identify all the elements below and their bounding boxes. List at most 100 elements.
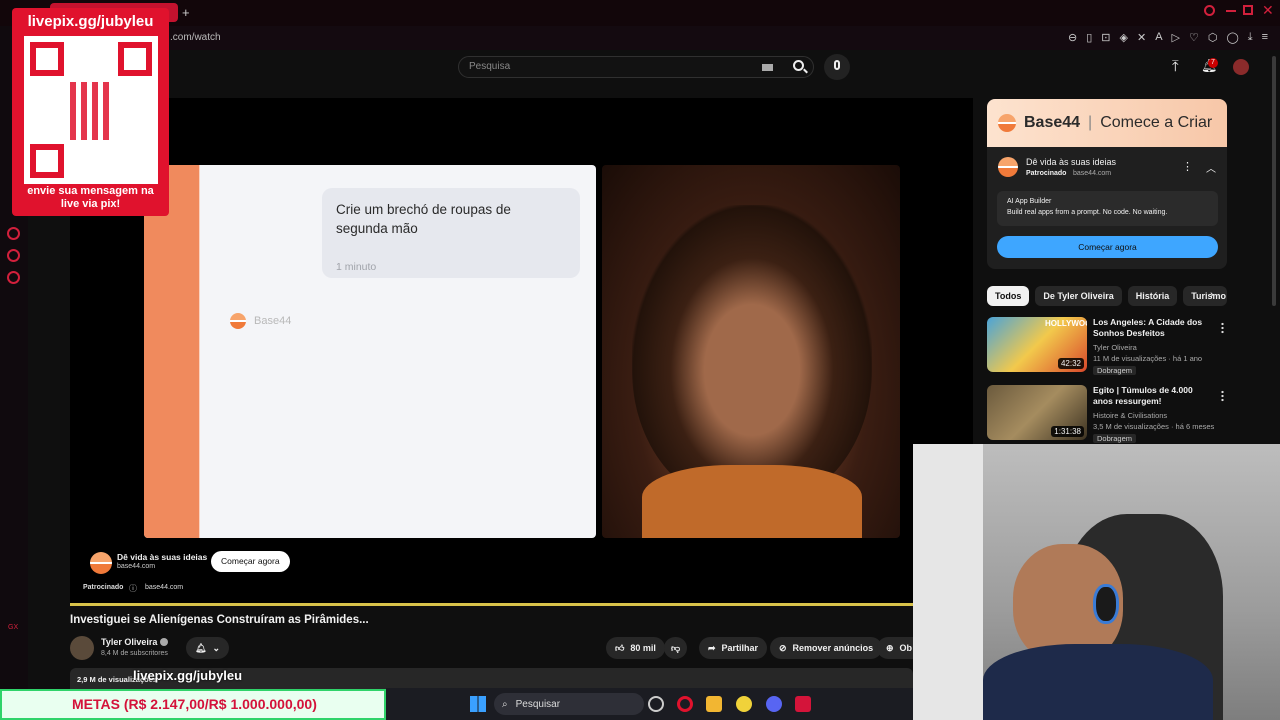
- ad-progress-bar[interactable]: [70, 603, 913, 606]
- search-placeholder: Pesquisa: [469, 61, 511, 72]
- ad-logo-icon: [998, 157, 1018, 177]
- search-button[interactable]: [786, 55, 816, 79]
- ad-sidebar-title: Dê vida às suas ideias: [1026, 157, 1117, 167]
- settings-icon[interactable]: [7, 271, 20, 284]
- ad-sidebar-cta-button[interactable]: Começar agora: [997, 236, 1218, 258]
- filter-chips: Todos De Tyler Oliveira História Turismo: [987, 286, 1228, 306]
- download-circle-icon: ⊕: [886, 642, 894, 653]
- maximize-icon[interactable]: [1243, 5, 1253, 15]
- gx-label: GX: [8, 624, 19, 631]
- start-icon[interactable]: [470, 696, 486, 712]
- ad-sidebar-domain: base44.com: [1073, 170, 1112, 177]
- screenshot-icon[interactable]: ⊡: [1101, 31, 1110, 44]
- more-options-icon[interactable]: [1221, 322, 1224, 334]
- list-item[interactable]: HOLLYWOOD 42:32 Los Angeles: A Cidade do…: [987, 317, 1227, 375]
- bookmark-icon[interactable]: ▯: [1086, 31, 1092, 44]
- video-stats: 3,5 M de visualizações · há 6 meses: [1093, 422, 1215, 431]
- avatar[interactable]: [1233, 59, 1249, 75]
- address-bar[interactable]: .com/watch ⊖ ▯ ⊡ ◈ ✕ A ▷ ♡ ⬡ ◯ ⤓ ≡: [0, 26, 1280, 50]
- ad-sidebar-sponsored: Patrocinado: [1026, 170, 1067, 177]
- sponsored-domain[interactable]: base44.com: [145, 584, 183, 591]
- info-icon[interactable]: ⓘ: [129, 583, 137, 594]
- qr-header: livepix.gg/jubyleu: [27, 13, 154, 30]
- video-title: Investiguei se Alienígenas Construíram a…: [70, 614, 369, 626]
- upload-icon[interactable]: ⤒: [1172, 58, 1179, 75]
- history-icon[interactable]: [7, 227, 20, 240]
- chip-tourism[interactable]: Turismo: [1183, 286, 1228, 306]
- ad-domain: base44.com: [117, 563, 156, 570]
- sidebar-ad-card: Base44 | Comece a Criar Dê vida às suas …: [987, 99, 1227, 269]
- chip-channel[interactable]: De Tyler Oliveira: [1035, 286, 1122, 306]
- base44-logo-icon: [998, 114, 1016, 132]
- video-thumbnail[interactable]: HOLLYWOOD 42:32: [987, 317, 1087, 372]
- ad-logo-icon: [90, 552, 112, 574]
- webcam-overlay: [913, 444, 1280, 720]
- video-title: Egito | Túmulos de 4.000 anos ressurgem!: [1093, 385, 1193, 406]
- qr-footer: envie sua mensagem na live via pix!: [27, 185, 154, 210]
- clock-app-icon[interactable]: [648, 696, 664, 712]
- translate-icon[interactable]: A: [1155, 31, 1162, 44]
- zoom-icon[interactable]: ⊖: [1068, 31, 1077, 44]
- shield-icon[interactable]: ◈: [1120, 31, 1128, 44]
- bell-icon: 🔔︎: [195, 642, 207, 653]
- thumbs-up-icon: 👍︎: [615, 642, 625, 653]
- search-input[interactable]: Pesquisa: [458, 56, 814, 78]
- chip-history[interactable]: História: [1127, 286, 1178, 306]
- opera-gx-icon[interactable]: [677, 696, 693, 712]
- channel-name: Histoire & Civilisations: [1093, 411, 1168, 420]
- share-icon: ➦: [708, 642, 716, 653]
- dub-badge: Dobragem: [1093, 434, 1137, 443]
- video-thumbnail[interactable]: 1:31:38: [987, 385, 1087, 440]
- profile-icon[interactable]: ◯: [1226, 31, 1238, 44]
- search-tabs-icon[interactable]: [1204, 5, 1215, 16]
- tracker-icon[interactable]: ✕: [1137, 31, 1146, 44]
- chevron-right-icon[interactable]: ›: [1210, 289, 1214, 301]
- channel-name[interactable]: Tyler Oliveira: [101, 637, 157, 647]
- video-title: Los Angeles: A Cidade dos Sonhos Desfeit…: [1093, 317, 1203, 338]
- play-icon[interactable]: ▷: [1172, 31, 1180, 44]
- list-item[interactable]: 1:31:38 Egito | Túmulos de 4.000 anos re…: [987, 385, 1227, 443]
- base44-logo-icon: [230, 313, 246, 329]
- discord-icon[interactable]: [766, 696, 782, 712]
- chat-prompt: Crie um brechó de roupas de segunda mão: [336, 202, 511, 236]
- channel-avatar[interactable]: [70, 636, 94, 660]
- ad-cta-button[interactable]: Começar agora: [211, 551, 290, 572]
- ad-banner[interactable]: Base44 | Comece a Criar: [987, 99, 1227, 147]
- download-icon[interactable]: ⤓: [1248, 31, 1253, 44]
- more-actions-button[interactable]: ⊕ Ob: [877, 637, 913, 659]
- remove-ads-button[interactable]: ⊘ Remover anúncios: [770, 637, 883, 659]
- dislike-button[interactable]: 👎︎: [664, 637, 688, 659]
- subscribe-bell-button[interactable]: 🔔︎ ⌄: [186, 637, 229, 659]
- close-window-icon[interactable]: ✕: [1262, 2, 1274, 19]
- dub-badge: Dobragem: [1093, 366, 1137, 375]
- minimize-icon[interactable]: [1226, 10, 1236, 12]
- chip-all[interactable]: Todos: [987, 286, 1030, 306]
- video-player[interactable]: Crie um brechó de roupas de segunda mão …: [70, 98, 973, 605]
- messenger-icon[interactable]: [7, 249, 20, 262]
- scrollbar[interactable]: [1272, 56, 1276, 306]
- menu-icon[interactable]: ≡: [1262, 31, 1268, 44]
- verified-icon: [160, 638, 168, 646]
- like-button[interactable]: 👍︎ 80 mil: [606, 637, 665, 659]
- share-button[interactable]: ➦ Partilhar: [699, 637, 768, 659]
- new-tab-icon[interactable]: +: [182, 5, 190, 20]
- headset-icon: [1093, 584, 1119, 624]
- heart-icon[interactable]: ♡: [1189, 31, 1199, 44]
- metas-bar: METAS (R$ 2.147,00/R$ 1.000.000,00): [0, 689, 386, 720]
- browser-tab-bar: + ✕: [0, 0, 1280, 26]
- streaming-app-icon[interactable]: [795, 696, 811, 712]
- voice-search-button[interactable]: [824, 54, 850, 80]
- chevron-down-icon: ⌄: [212, 642, 220, 653]
- folder-icon[interactable]: [706, 696, 722, 712]
- no-ads-icon: ⊘: [779, 642, 787, 653]
- search-icon: ⌕: [502, 698, 508, 710]
- ad-feature-title: AI App Builder: [1007, 198, 1052, 205]
- taskbar-search[interactable]: ⌕ Pesquisar: [494, 693, 644, 715]
- more-options-icon[interactable]: [1221, 390, 1224, 402]
- duck-app-icon[interactable]: [736, 696, 752, 712]
- notification-badge: 7: [1208, 58, 1218, 68]
- keyboard-icon[interactable]: [762, 64, 773, 71]
- extensions-icon[interactable]: ⬡: [1208, 31, 1218, 44]
- more-options-icon[interactable]: ⋮: [1182, 160, 1193, 173]
- collapse-icon[interactable]: ︿: [1206, 160, 1216, 175]
